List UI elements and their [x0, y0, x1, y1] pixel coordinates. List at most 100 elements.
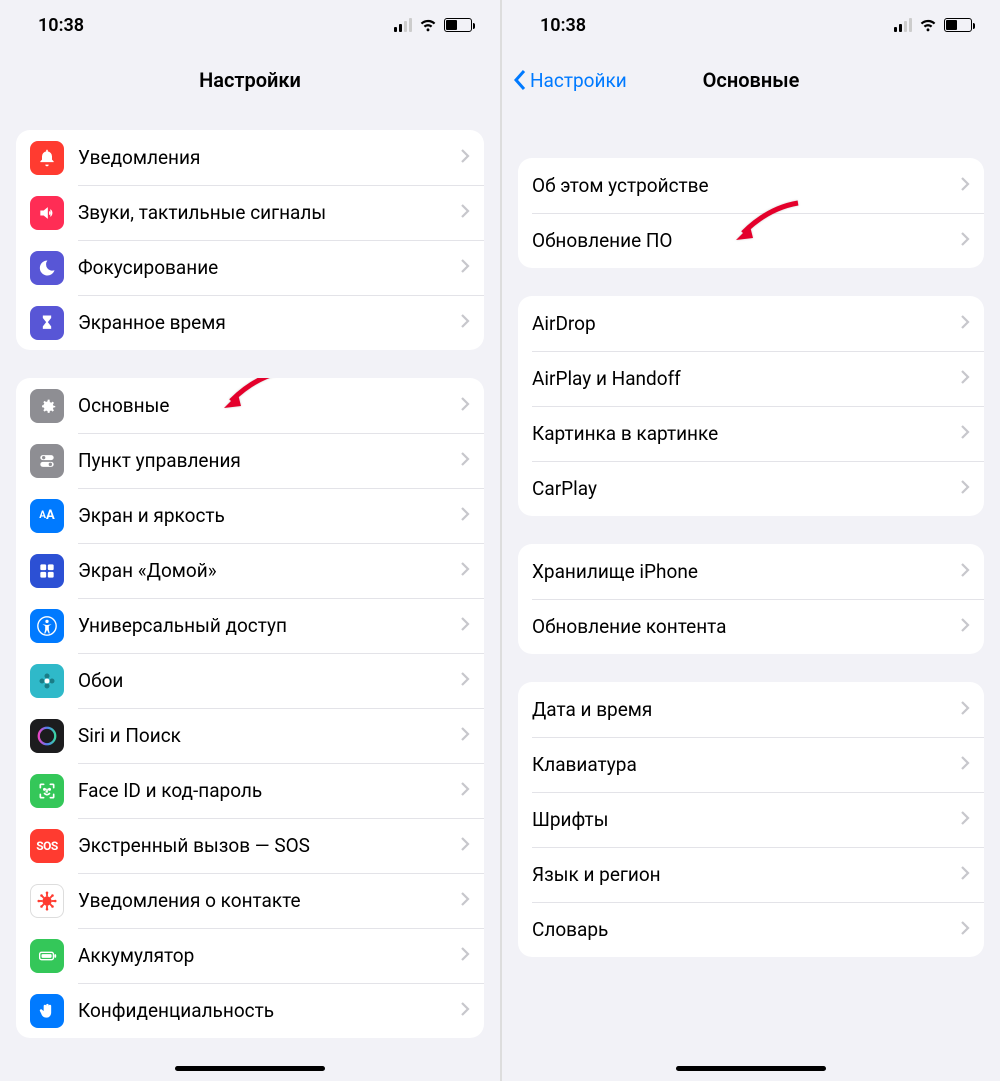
nav-header: Настройки [0, 50, 500, 110]
chevron-right-icon [460, 258, 470, 278]
row-airplay[interactable]: AirPlay и Handoff [518, 351, 984, 406]
row-label: Дата и время [532, 698, 960, 721]
row-airdrop[interactable]: AirDrop [518, 296, 984, 351]
chevron-right-icon [460, 203, 470, 223]
chevron-right-icon [960, 369, 970, 389]
row-langregion[interactable]: Язык и регион [518, 847, 984, 902]
status-time: 10:38 [540, 15, 586, 36]
wifi-icon [418, 13, 438, 38]
gear-icon [30, 389, 64, 423]
row-battery[interactable]: Аккумулятор [16, 928, 484, 983]
chevron-right-icon [460, 946, 470, 966]
chevron-right-icon [960, 920, 970, 940]
status-indicators [394, 13, 472, 38]
row-display[interactable]: AA Экран и яркость [16, 488, 484, 543]
chevron-right-icon [960, 562, 970, 582]
row-screentime[interactable]: Экранное время [16, 295, 484, 350]
wifi-icon [918, 13, 938, 38]
virus-icon [30, 884, 64, 918]
accessibility-icon [30, 609, 64, 643]
row-label: Звуки, тактильные сигналы [78, 201, 460, 224]
row-focus[interactable]: Фокусирование [16, 240, 484, 295]
row-label: Уведомления [78, 146, 460, 169]
row-sos[interactable]: SOS Экстренный вызов — SOS [16, 818, 484, 873]
chevron-right-icon [460, 616, 470, 636]
page-title: Настройки [199, 68, 301, 92]
row-label: Face ID и код-пароль [78, 779, 460, 802]
nav-back-label: Настройки [530, 69, 627, 92]
row-label: Язык и регион [532, 863, 960, 886]
chevron-right-icon [960, 810, 970, 830]
chevron-left-icon [512, 69, 528, 91]
row-about[interactable]: Об этом устройстве [518, 158, 984, 213]
general-list[interactable]: Об этом устройстве Обновление ПО AirDrop… [502, 158, 1000, 997]
battery-icon [30, 939, 64, 973]
row-label: Экран «Домой» [78, 559, 460, 582]
group-about: Об этом устройстве Обновление ПО [518, 158, 984, 268]
row-keyboard[interactable]: Клавиатура [518, 737, 984, 792]
battery-icon [944, 18, 972, 32]
hourglass-icon [30, 306, 64, 340]
row-notifications[interactable]: Уведомления [16, 130, 484, 185]
home-indicator[interactable] [676, 1066, 826, 1071]
faceid-icon [30, 774, 64, 808]
chevron-right-icon [960, 231, 970, 251]
cellular-signal-icon [894, 18, 912, 32]
row-fonts[interactable]: Шрифты [518, 792, 984, 847]
text-size-icon: AA [30, 499, 64, 533]
chevron-right-icon [960, 424, 970, 444]
hand-icon [30, 994, 64, 1028]
chevron-right-icon [960, 865, 970, 885]
row-homescreen[interactable]: Экран «Домой» [16, 543, 484, 598]
group-storage: Хранилище iPhone Обновление контента [518, 544, 984, 654]
switches-icon [30, 444, 64, 478]
row-label: CarPlay [532, 477, 960, 500]
row-exposure[interactable]: Уведомления о контакте [16, 873, 484, 928]
home-indicator[interactable] [175, 1066, 325, 1071]
chevron-right-icon [460, 451, 470, 471]
row-dictionary[interactable]: Словарь [518, 902, 984, 957]
chevron-right-icon [460, 891, 470, 911]
row-faceid[interactable]: Face ID и код-пароль [16, 763, 484, 818]
row-controlcenter[interactable]: Пункт управления [16, 433, 484, 488]
row-label: Универсальный доступ [78, 614, 460, 637]
chevron-right-icon [960, 176, 970, 196]
cellular-signal-icon [394, 18, 412, 32]
row-label: Хранилище iPhone [532, 560, 960, 583]
row-label: Уведомления о контакте [78, 889, 460, 912]
row-siri[interactable]: Siri и Поиск [16, 708, 484, 763]
group-airdrop: AirDrop AirPlay и Handoff Картинка в кар… [518, 296, 984, 516]
row-label: Об этом устройстве [532, 174, 960, 197]
chevron-right-icon [460, 836, 470, 856]
row-privacy[interactable]: Конфиденциальность [16, 983, 484, 1038]
row-label: Шрифты [532, 808, 960, 831]
row-wallpaper[interactable]: Обои [16, 653, 484, 708]
status-time: 10:38 [38, 15, 84, 36]
row-label: AirDrop [532, 312, 960, 335]
row-sounds[interactable]: Звуки, тактильные сигналы [16, 185, 484, 240]
row-label: Обновление ПО [532, 229, 960, 252]
grid-icon [30, 554, 64, 588]
page-title: Основные [703, 68, 800, 92]
row-label: Обновление контента [532, 615, 960, 638]
chevron-right-icon [460, 148, 470, 168]
row-bgrefresh[interactable]: Обновление контента [518, 599, 984, 654]
nav-back-button[interactable]: Настройки [512, 69, 627, 92]
row-carplay[interactable]: CarPlay [518, 461, 984, 516]
row-label: Пункт управления [78, 449, 460, 472]
row-general[interactable]: Основные [16, 378, 484, 433]
row-label: Словарь [532, 918, 960, 941]
row-pip[interactable]: Картинка в картинке [518, 406, 984, 461]
battery-icon [444, 18, 472, 32]
status-indicators [894, 13, 972, 38]
row-storage[interactable]: Хранилище iPhone [518, 544, 984, 599]
row-label: Картинка в картинке [532, 422, 960, 445]
row-label: Конфиденциальность [78, 999, 460, 1022]
settings-list[interactable]: Уведомления Звуки, тактильные сигналы Фо… [0, 130, 500, 1078]
row-software-update[interactable]: Обновление ПО [518, 213, 984, 268]
speaker-icon [30, 196, 64, 230]
chevron-right-icon [960, 314, 970, 334]
chevron-right-icon [460, 396, 470, 416]
row-datetime[interactable]: Дата и время [518, 682, 984, 737]
row-accessibility[interactable]: Универсальный доступ [16, 598, 484, 653]
